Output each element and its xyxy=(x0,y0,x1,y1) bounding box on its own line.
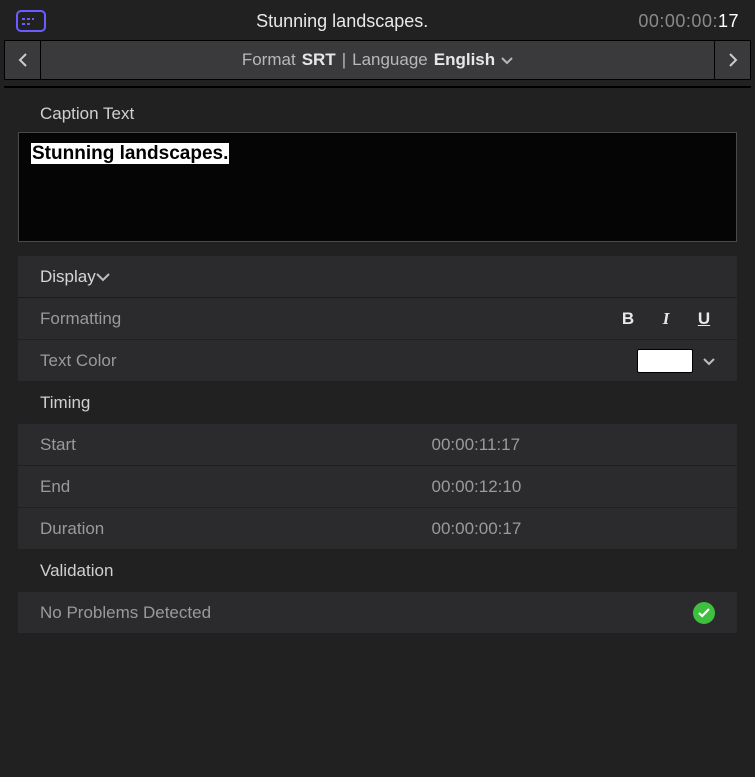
next-caption-button[interactable] xyxy=(714,41,750,79)
header-timecode-frames: 17 xyxy=(718,11,739,31)
formatting-label: Formatting xyxy=(40,309,432,329)
panel-header: Stunning landscapes. 00:00:00:17 xyxy=(0,0,755,40)
text-color-swatch[interactable] xyxy=(637,349,693,373)
chevron-left-icon xyxy=(18,53,28,67)
format-label: Format xyxy=(242,50,296,70)
chevron-down-icon xyxy=(703,358,715,366)
caption-icon xyxy=(16,10,46,32)
italic-button[interactable]: I xyxy=(655,309,677,329)
end-value[interactable]: 00:00:12:10 xyxy=(432,477,716,497)
validation-section-label: Validation xyxy=(40,561,432,581)
format-language-divider: | xyxy=(342,50,346,70)
checkmark-badge-icon xyxy=(693,602,715,624)
duration-row: Duration 00:00:00:17 xyxy=(18,508,737,550)
prev-caption-button[interactable] xyxy=(5,41,41,79)
chevron-right-icon xyxy=(728,53,738,67)
text-color-label: Text Color xyxy=(40,351,432,371)
text-color-row: Text Color xyxy=(18,340,737,382)
formatting-row: Formatting B I U xyxy=(18,298,737,340)
validation-status-text: No Problems Detected xyxy=(40,603,693,623)
format-language-selector[interactable]: Format SRT | Language English xyxy=(41,41,714,79)
end-row: End 00:00:12:10 xyxy=(18,466,737,508)
text-color-dropdown[interactable] xyxy=(703,353,715,369)
language-label: Language xyxy=(352,50,428,70)
display-label: Display xyxy=(40,267,96,287)
chevron-down-icon xyxy=(96,267,110,287)
header-timecode-prefix: 00:00:00: xyxy=(638,11,718,31)
format-value: SRT xyxy=(302,50,336,70)
display-disclosure-row[interactable]: Display xyxy=(18,256,737,298)
language-value: English xyxy=(434,50,495,70)
validation-section-header: Validation xyxy=(18,550,737,592)
header-timecode: 00:00:00:17 xyxy=(638,11,739,32)
formatting-controls: B I U xyxy=(432,309,716,329)
start-value[interactable]: 00:00:11:17 xyxy=(432,435,716,455)
timing-section-header: Timing xyxy=(18,382,737,424)
display-group: Formatting B I U Text Color Timing Start… xyxy=(18,298,737,634)
caption-text-value: Stunning landscapes. xyxy=(31,143,229,164)
caption-inspector-panel: Stunning landscapes. 00:00:00:17 Format … xyxy=(0,0,755,777)
validation-status-row: No Problems Detected xyxy=(18,592,737,634)
duration-label: Duration xyxy=(40,519,432,539)
text-color-controls xyxy=(432,349,716,373)
start-row: Start 00:00:11:17 xyxy=(18,424,737,466)
chevron-down-icon xyxy=(501,50,513,70)
timing-section-label: Timing xyxy=(40,393,432,413)
bold-button[interactable]: B xyxy=(617,309,639,329)
duration-value[interactable]: 00:00:00:17 xyxy=(432,519,716,539)
underline-button[interactable]: U xyxy=(693,309,715,329)
caption-text-input[interactable]: Stunning landscapes. xyxy=(18,132,737,242)
panel-title: Stunning landscapes. xyxy=(46,11,638,32)
nav-underline xyxy=(4,86,751,88)
format-language-nav: Format SRT | Language English xyxy=(4,40,751,80)
end-label: End xyxy=(40,477,432,497)
start-label: Start xyxy=(40,435,432,455)
caption-text-section-label: Caption Text xyxy=(0,98,755,132)
